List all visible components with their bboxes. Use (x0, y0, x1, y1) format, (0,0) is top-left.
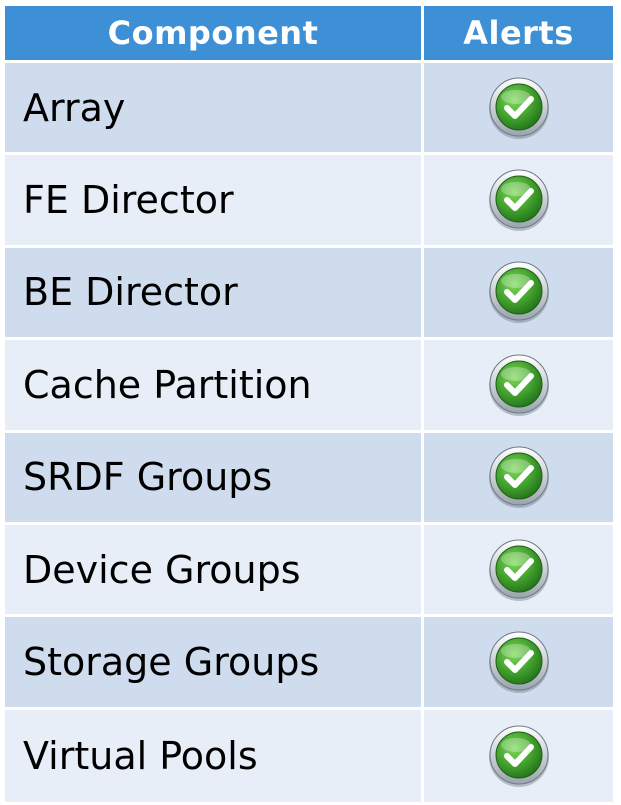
row-cache-partition-component: Cache Partition (5, 340, 424, 433)
row-cache-partition-alert (424, 340, 613, 433)
row-storage-groups-component: Storage Groups (5, 617, 424, 710)
check-ok-icon (488, 446, 549, 509)
row-fe-director-alert (424, 155, 613, 248)
row-array-alert (424, 63, 613, 156)
row-storage-groups-alert (424, 617, 613, 710)
check-ok-icon (488, 631, 549, 693)
row-array-component: Array (5, 63, 424, 156)
check-ok-icon (488, 539, 549, 601)
row-be-director-component: BE Director (5, 247, 424, 341)
check-ok-icon (488, 354, 549, 416)
column-header-component: Component (5, 6, 424, 63)
check-ok-icon (488, 261, 549, 324)
check-ok-icon (488, 169, 549, 232)
check-ok-icon (488, 725, 549, 787)
row-device-groups-alert (424, 524, 613, 618)
check-ok-icon (488, 77, 549, 139)
row-be-director-alert (424, 247, 613, 341)
row-virtual-pools-alert (424, 709, 613, 802)
row-virtual-pools-component: Virtual Pools (5, 709, 424, 802)
column-header-alerts: Alerts (424, 6, 613, 63)
row-device-groups-component: Device Groups (5, 524, 424, 618)
row-srdf-groups-component: SRDF Groups (5, 432, 424, 525)
component-alerts-table: Component Alerts Array FE Director BE Di… (5, 6, 613, 802)
row-srdf-groups-alert (424, 432, 613, 525)
row-fe-director-component: FE Director (5, 155, 424, 248)
